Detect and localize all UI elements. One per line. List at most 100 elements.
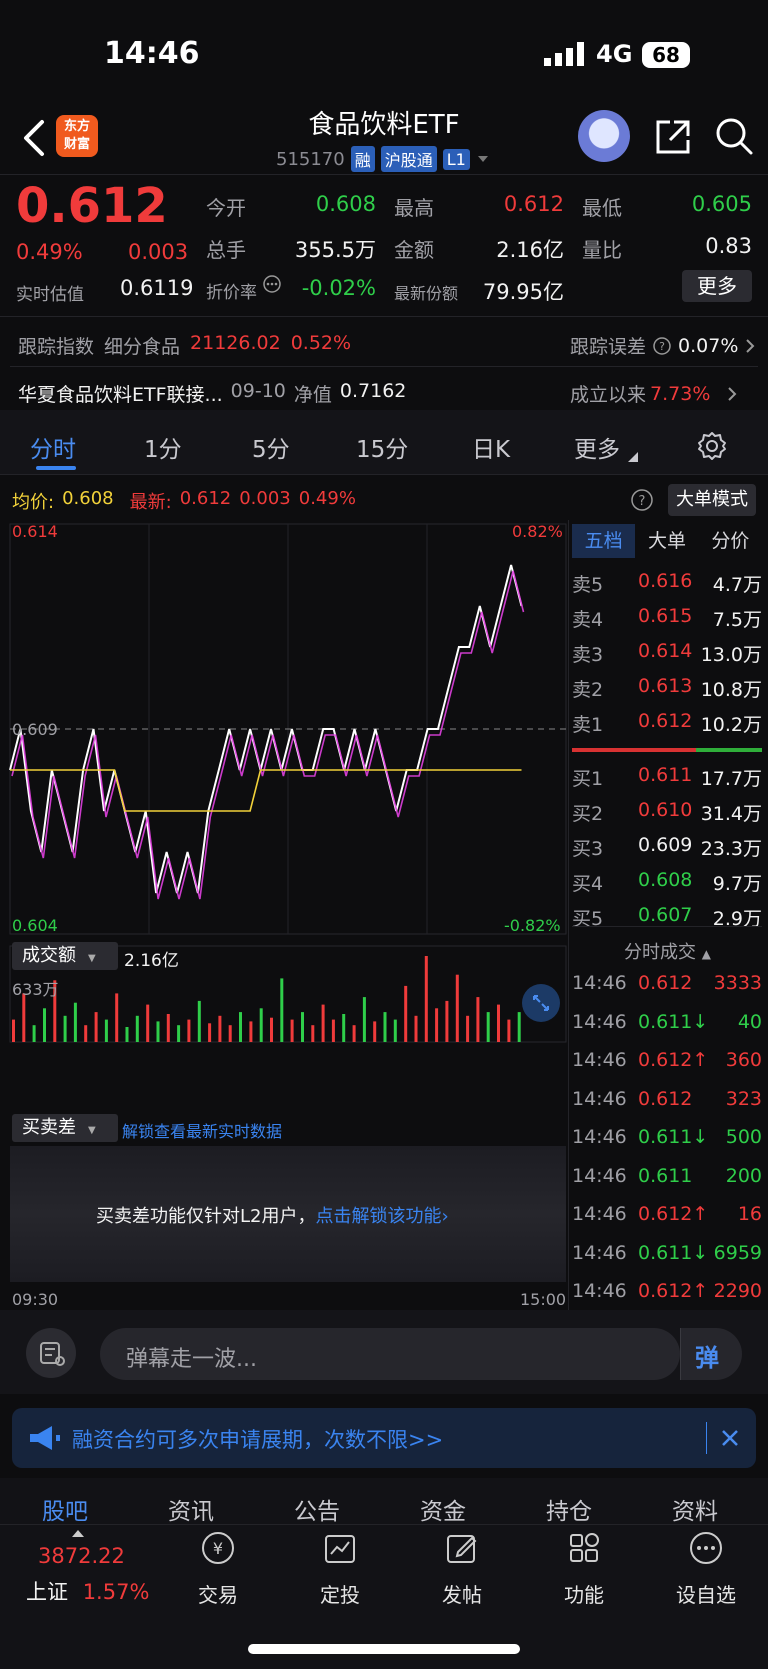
divider xyxy=(572,926,762,927)
ask-row[interactable]: 卖2 0.613 10.8万 xyxy=(572,675,762,705)
ask-row[interactable]: 卖1 0.612 10.2万 xyxy=(572,710,762,740)
tab-1min[interactable]: 1分 xyxy=(144,430,182,464)
ask-row[interactable]: 卖5 0.616 4.7万 xyxy=(572,570,762,600)
volume-bar xyxy=(115,993,119,1042)
tick-volume: 2290 xyxy=(713,1280,762,1302)
corner-triangle-icon xyxy=(628,452,638,462)
help-icon[interactable]: ? xyxy=(630,488,654,512)
tab-15min[interactable]: 15分 xyxy=(356,430,408,464)
tick-row: 14:46 0.612↑ 16 xyxy=(572,1203,762,1233)
tab-five-level[interactable]: 五档 xyxy=(572,524,636,558)
volume-bar xyxy=(414,1015,418,1042)
bid-row[interactable]: 买4 0.608 9.7万 xyxy=(572,869,762,899)
spread-notice[interactable]: 买卖差功能仅针对L2用户，点击解锁该功能› xyxy=(96,1202,449,1228)
search-icon[interactable] xyxy=(714,116,754,156)
level-volume: 23.3万 xyxy=(700,838,762,860)
tick-price: 0.612↑ xyxy=(638,1049,709,1071)
robot-assistant-icon[interactable] xyxy=(578,110,630,162)
security-code: 515170 xyxy=(276,148,345,170)
ask-row[interactable]: 卖3 0.614 13.0万 xyxy=(572,640,762,670)
volume-bar xyxy=(12,1019,15,1042)
promo-banner[interactable]: 融资合约可多次申请展期，次数不限>> xyxy=(12,1408,756,1468)
nav-post[interactable]: 发帖 xyxy=(422,1528,502,1608)
discount-label: 折价率 xyxy=(206,283,257,303)
tracking-error[interactable]: 跟踪误差 ? 0.07% xyxy=(570,332,756,359)
tab-profile[interactable]: 资料 xyxy=(672,1492,718,1526)
ask-row[interactable]: 卖4 0.615 7.5万 xyxy=(572,605,762,635)
unlock-link[interactable]: 解锁查看最新实时数据 xyxy=(122,1118,282,1142)
tick-row: 14:46 0.611 200 xyxy=(572,1165,762,1195)
share-icon[interactable] xyxy=(654,118,692,156)
tick-row: 14:46 0.612↑ 360 xyxy=(572,1049,762,1079)
comment-input[interactable]: 弹幕走一波... xyxy=(100,1328,680,1380)
nav-add-watchlist[interactable]: 设自选 xyxy=(666,1528,746,1608)
level-label: 买3 xyxy=(572,838,604,860)
tab-daily-k[interactable]: 日K xyxy=(472,430,510,464)
level-price: 0.611 xyxy=(638,764,693,786)
level-volume: 9.7万 xyxy=(712,873,762,895)
expand-icon[interactable] xyxy=(522,984,560,1022)
tab-holdings[interactable]: 持仓 xyxy=(546,1492,592,1526)
nav-invest-plan[interactable]: 定投 xyxy=(300,1528,380,1608)
tab-forum[interactable]: 股吧 xyxy=(42,1492,88,1526)
orderbook-tabs[interactable]: 五档 大单 分价 xyxy=(572,524,762,558)
volume-bar xyxy=(94,1012,98,1042)
tab-intraday[interactable]: 分时 xyxy=(30,430,76,464)
more-button[interactable]: 更多 xyxy=(682,270,752,302)
volume-bar xyxy=(135,1015,139,1042)
tick-volume: 500 xyxy=(725,1126,762,1148)
tab-large-orders[interactable]: 大单 xyxy=(635,524,698,558)
level-volume: 31.4万 xyxy=(700,803,762,825)
caret-down-icon[interactable] xyxy=(476,154,490,164)
level-label: 买2 xyxy=(572,803,604,825)
bid-row[interactable]: 买1 0.611 17.7万 xyxy=(572,764,762,794)
megaphone-icon xyxy=(30,1426,60,1450)
tab-news[interactable]: 资讯 xyxy=(168,1492,214,1526)
estimate-value: 0.6119 xyxy=(120,276,194,300)
volume-bar xyxy=(362,997,366,1042)
index-value[interactable]: 3872.22 xyxy=(38,1544,125,1568)
bottom-area xyxy=(0,1478,768,1669)
large-order-mode-button[interactable]: 大单模式 xyxy=(668,484,756,516)
x-axis-end-label: 15:00 xyxy=(520,1290,567,1309)
home-indicator xyxy=(248,1644,520,1654)
close-icon[interactable] xyxy=(720,1428,740,1448)
spread-selector[interactable]: 买卖差 ▼ xyxy=(12,1114,118,1142)
volume-bar xyxy=(84,1025,88,1042)
danmaku-settings-icon[interactable] xyxy=(26,1328,76,1378)
linked-fund-row[interactable]: 华夏食品饮料ETF联接... 09-10 净值 0.7162 xyxy=(18,380,406,407)
ticks-title[interactable]: 分时成交 ▲ xyxy=(624,938,711,964)
volume-selector[interactable]: 成交额 ▼ xyxy=(12,942,118,970)
volume-ratio-value: 0.83 xyxy=(705,234,752,258)
volume-bar xyxy=(497,1004,500,1042)
info-dots-icon[interactable] xyxy=(262,274,282,294)
tick-price: 0.611↓ xyxy=(638,1241,709,1264)
danmaku-send-button[interactable]: 弹 xyxy=(680,1328,742,1380)
since-inception[interactable]: 成立以来 7.73% xyxy=(570,380,738,407)
tab-price-volume[interactable]: 分价 xyxy=(699,524,762,558)
volume-bar xyxy=(352,1025,356,1042)
tab-announcements[interactable]: 公告 xyxy=(294,1492,340,1526)
volume-bar xyxy=(146,1004,150,1042)
volume-bar xyxy=(342,1014,346,1042)
tick-volume: 40 xyxy=(737,1010,762,1033)
amount-label: 金额 xyxy=(394,238,434,262)
bid-row[interactable]: 买5 0.607 2.9万 xyxy=(572,904,762,934)
tab-5min[interactable]: 5分 xyxy=(252,430,290,464)
tab-funds[interactable]: 资金 xyxy=(420,1492,466,1526)
nav-functions[interactable]: 功能 xyxy=(544,1528,624,1608)
tick-price: 0.611 xyxy=(638,1164,693,1187)
level-label: 卖5 xyxy=(572,574,604,596)
tab-more[interactable]: 更多 xyxy=(574,430,620,464)
settings-gear-icon[interactable] xyxy=(696,430,728,462)
svg-text:¥: ¥ xyxy=(213,1539,223,1558)
bid-row[interactable]: 买2 0.610 31.4万 xyxy=(572,799,762,829)
volume-bar xyxy=(270,1017,273,1042)
volume-bar xyxy=(301,1012,304,1042)
level-price: 0.613 xyxy=(638,675,693,697)
index-row[interactable]: 上证 1.57% xyxy=(26,1576,149,1606)
bid-row[interactable]: 买3 0.609 23.3万 xyxy=(572,834,762,864)
tracking-row[interactable]: 跟踪指数 细分食品 21126.02 0.52% xyxy=(18,332,351,359)
nav-trade[interactable]: ¥ 交易 xyxy=(178,1528,258,1608)
volume-bar xyxy=(373,1021,377,1042)
